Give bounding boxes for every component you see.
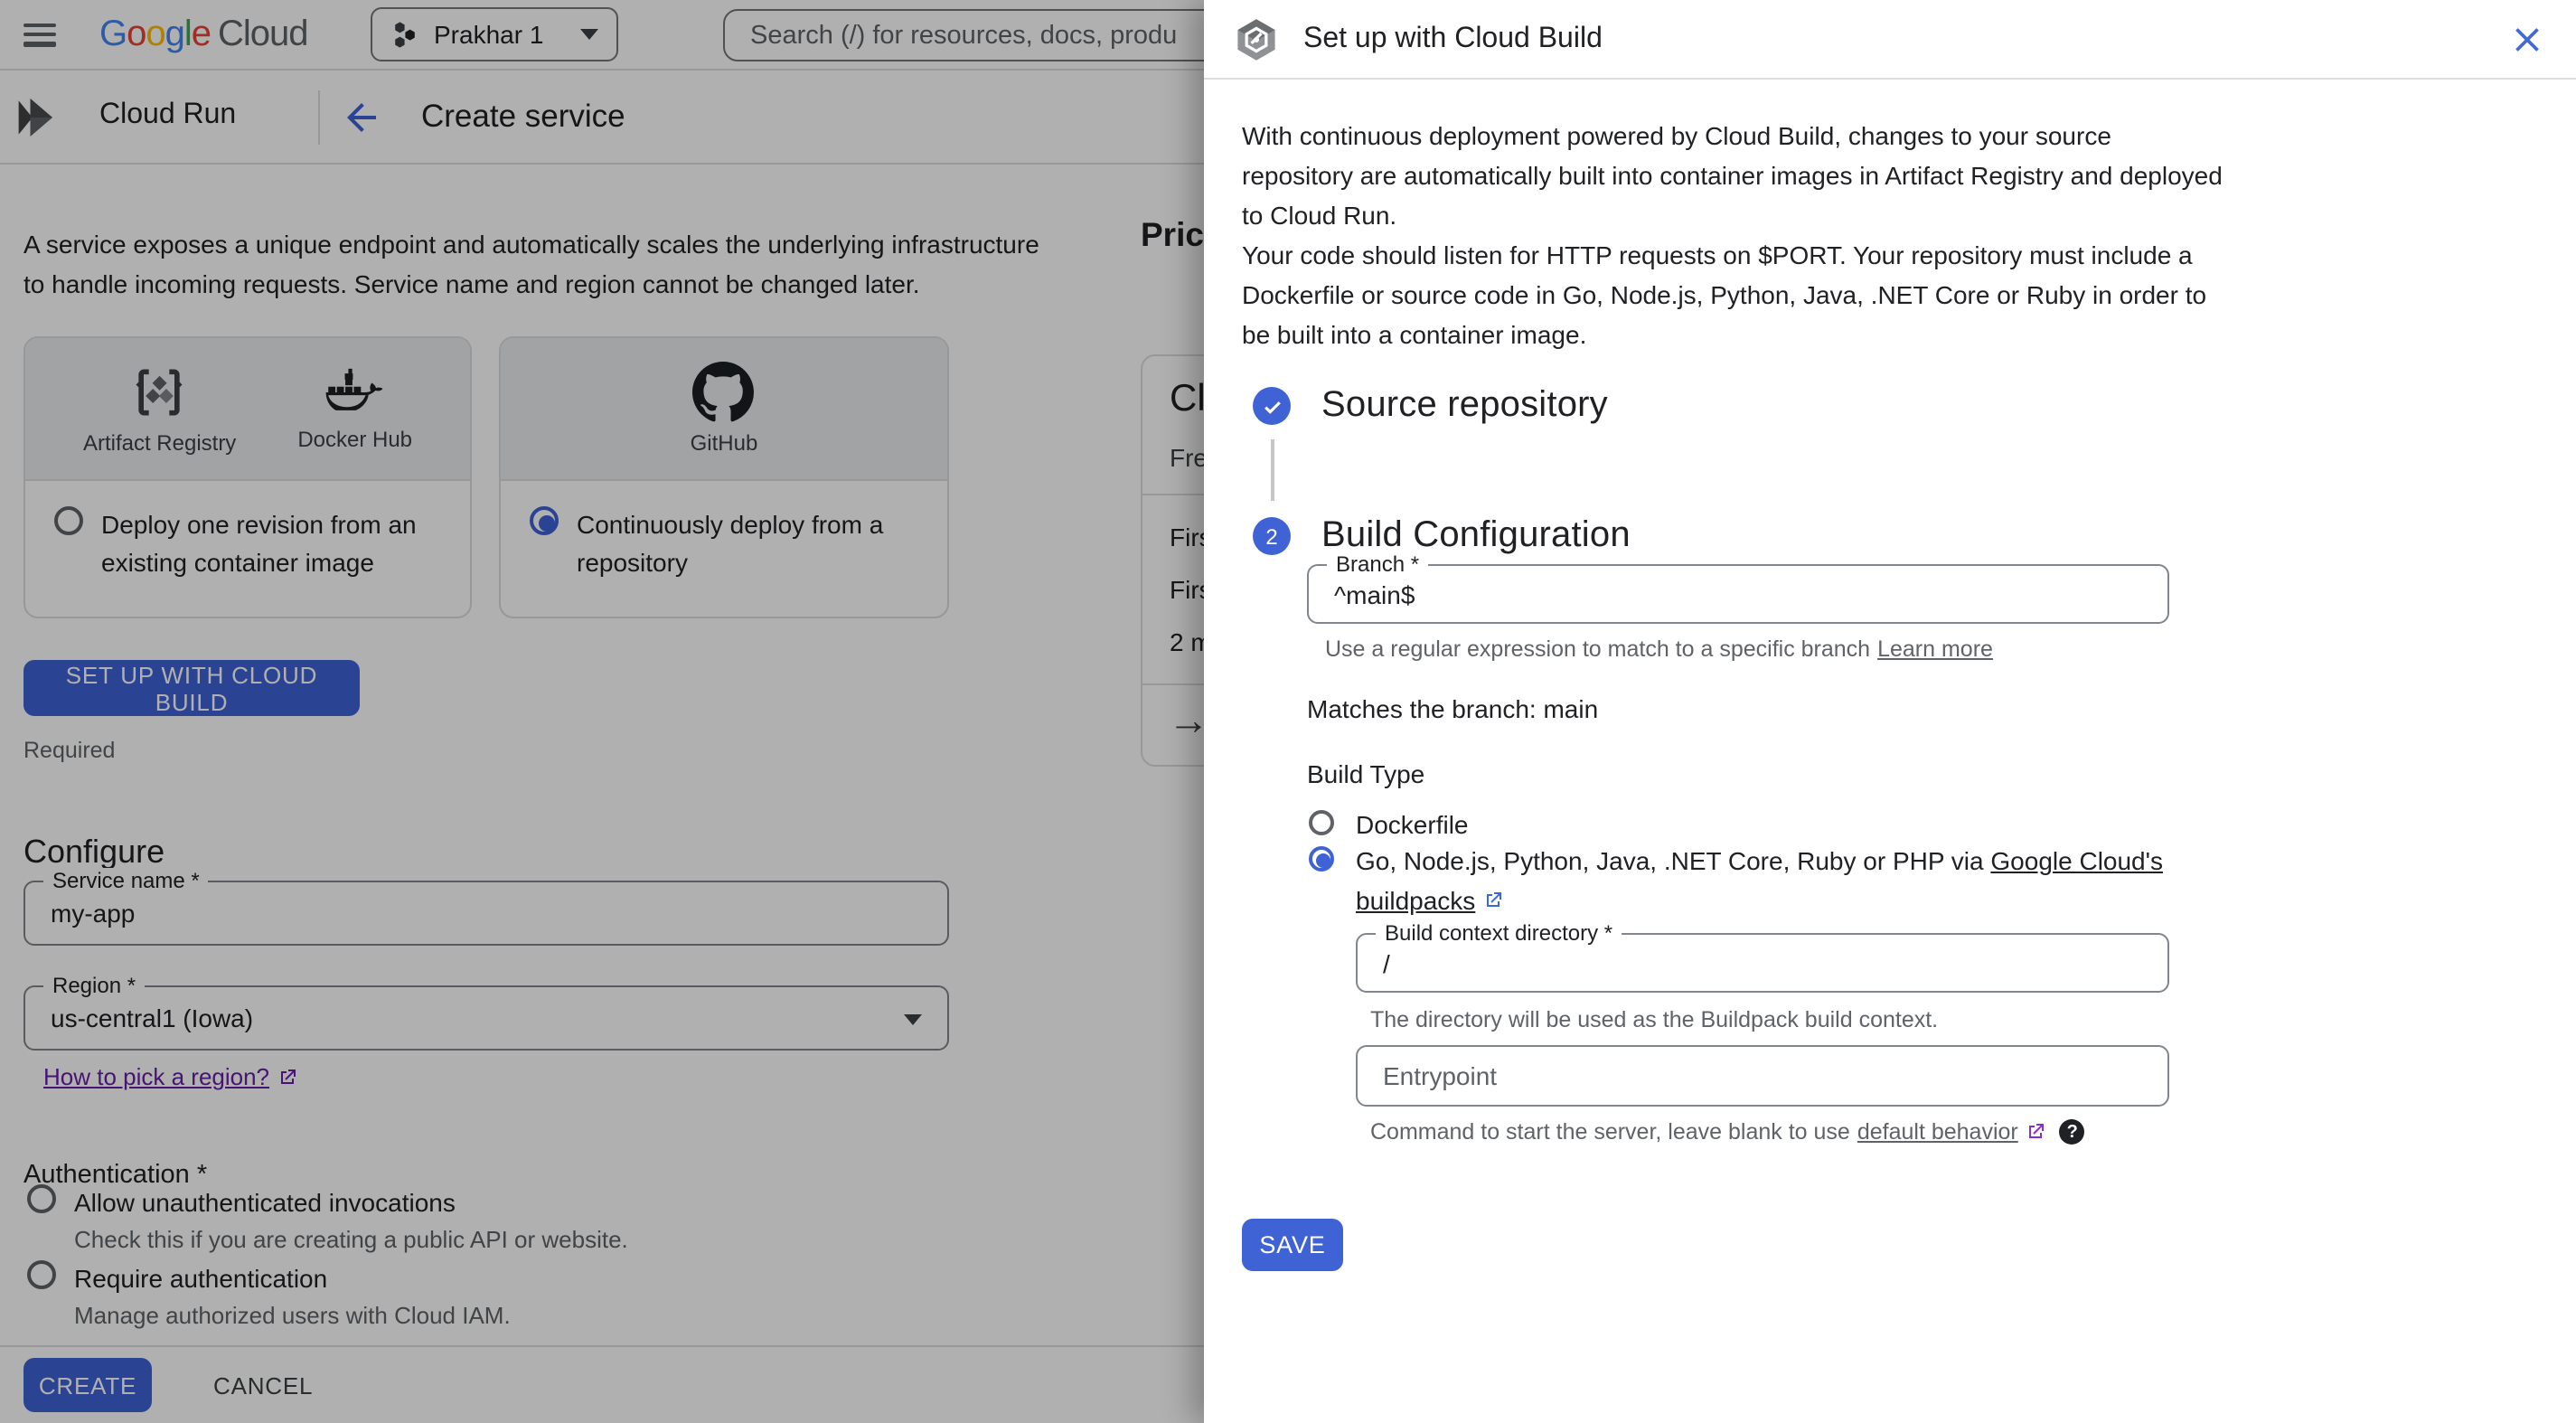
radio-buildpacks[interactable] bbox=[1309, 846, 1334, 872]
branch-field[interactable]: Branch * ^main$ bbox=[1307, 551, 2169, 624]
branch-helper-text: Use a regular expression to match to a s… bbox=[1325, 636, 1871, 662]
dialog-title: Set up with Cloud Build bbox=[1303, 23, 1603, 53]
dialog-description-p2: Your code should listen for HTTP request… bbox=[1242, 240, 2207, 349]
step1-check-icon bbox=[1253, 387, 1291, 425]
branch-helper: Use a regular expression to match to a s… bbox=[1325, 636, 1993, 662]
build-type-heading: Build Type bbox=[1307, 759, 1425, 788]
save-button[interactable]: SAVE bbox=[1242, 1219, 1343, 1271]
google-clouds-link[interactable]: Google Cloud's bbox=[1990, 846, 2163, 875]
learn-more-link[interactable]: Learn more bbox=[1877, 636, 1993, 662]
dialog-description: With continuous deployment powered by Cl… bbox=[1242, 116, 2227, 354]
buildpacks-label-prefix: Go, Node.js, Python, Java, .NET Core, Ru… bbox=[1356, 846, 1991, 875]
close-icon[interactable] bbox=[2507, 19, 2547, 59]
default-behavior-link[interactable]: default behavior bbox=[1857, 1119, 2018, 1145]
build-context-helper: The directory will be used as the Buildp… bbox=[1370, 1007, 1939, 1032]
branch-value: ^main$ bbox=[1334, 580, 1415, 608]
entrypoint-helper-text: Command to start the server, leave blank… bbox=[1370, 1119, 1850, 1145]
buildpacks-link[interactable]: buildpacks bbox=[1356, 885, 1475, 914]
step-connector-line bbox=[1271, 439, 1274, 501]
dockerfile-label[interactable]: Dockerfile bbox=[1356, 806, 1469, 845]
build-context-field[interactable]: Build context directory * / bbox=[1356, 920, 2169, 993]
radio-dockerfile[interactable] bbox=[1309, 810, 1334, 835]
step2-number-badge: 2 bbox=[1253, 517, 1291, 555]
branch-match-result: Matches the branch: main bbox=[1307, 694, 1599, 723]
dialog-header: Set up with Cloud Build bbox=[1204, 0, 2576, 80]
cloud-build-icon bbox=[1237, 18, 1275, 60]
step-source-repository[interactable]: Source repository bbox=[1253, 385, 1608, 427]
entrypoint-placeholder: Entrypoint bbox=[1383, 1061, 1498, 1090]
build-type-option-dockerfile: Dockerfile bbox=[1309, 806, 1469, 845]
help-icon[interactable]: ? bbox=[2059, 1119, 2085, 1145]
build-context-value: / bbox=[1383, 948, 1390, 977]
buildpacks-label[interactable]: Go, Node.js, Python, Java, .NET Core, Ru… bbox=[1356, 843, 2173, 920]
build-context-label: Build context directory * bbox=[1376, 920, 1622, 946]
screen: Google Cloud Prakhar 1 Search (/) for res… bbox=[0, 0, 2576, 1423]
dialog-description-p1: With continuous deployment powered by Cl… bbox=[1242, 121, 2223, 230]
external-link-icon bbox=[2029, 1124, 2045, 1138]
step1-title: Source repository bbox=[1321, 385, 1608, 425]
external-link-icon bbox=[1487, 891, 1502, 906]
build-type-option-buildpacks: Go, Node.js, Python, Java, .NET Core, Ru… bbox=[1309, 843, 2173, 920]
cloud-build-dialog: Set up with Cloud Build With continuous … bbox=[1204, 0, 2576, 1423]
step-build-configuration[interactable]: 2 Build Configuration bbox=[1253, 515, 1631, 557]
entrypoint-field[interactable]: Entrypoint bbox=[1356, 1045, 2169, 1107]
entrypoint-helper: Command to start the server, leave blank… bbox=[1370, 1119, 2085, 1145]
